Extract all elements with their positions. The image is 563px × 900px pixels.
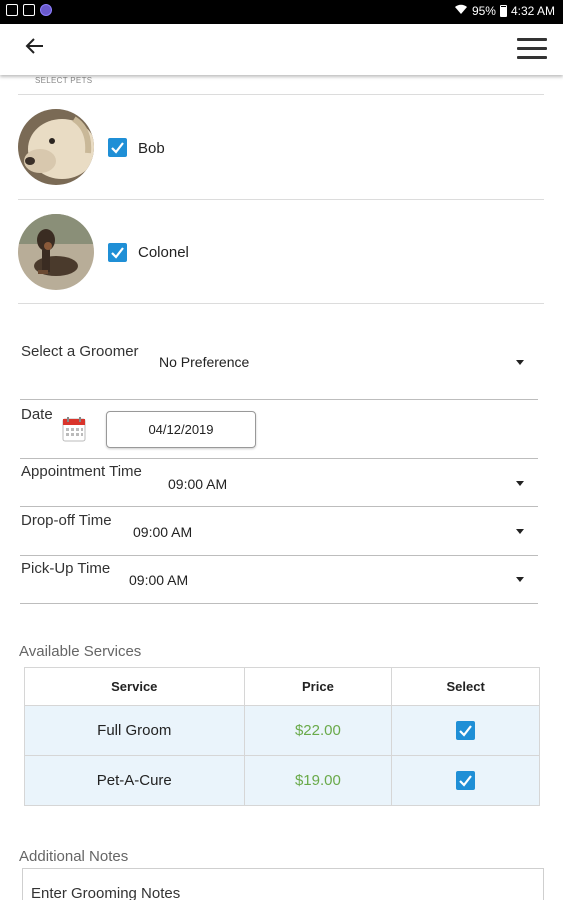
service-select-cell (391, 755, 540, 806)
clock: 4:32 AM (510, 4, 555, 18)
services-table: Service Price Select Full Groom $22.00 P… (24, 667, 540, 806)
status-bar: 95% 4:32 AM (0, 0, 563, 24)
divider (18, 199, 544, 200)
pet-row-colonel: Colonel (18, 214, 538, 294)
divider (20, 603, 538, 604)
divider (18, 303, 544, 304)
pickup-time-dropdown-icon[interactable] (516, 577, 524, 582)
appointment-time-select[interactable]: 09:00 AM (168, 476, 227, 492)
pet-name-colonel: Colonel (138, 244, 189, 261)
dropoff-time-select[interactable]: 09:00 AM (133, 524, 192, 540)
table-row: Full Groom $22.00 (24, 705, 540, 756)
table-header-row: Service Price Select (24, 667, 540, 706)
app-bar (0, 24, 563, 75)
groomer-label: Select a Groomer (21, 343, 139, 360)
available-services-title: Available Services (19, 643, 142, 660)
divider (20, 555, 538, 556)
dropoff-time-label: Drop-off Time (21, 512, 112, 529)
divider (20, 399, 538, 400)
service-name: Pet-A-Cure (24, 755, 245, 806)
service-checkbox-pet-a-cure[interactable] (456, 771, 476, 790)
service-price: $19.00 (243, 755, 393, 806)
back-arrow-icon[interactable] (22, 36, 48, 62)
divider (18, 94, 544, 95)
notification-icons (6, 4, 52, 16)
battery-percent: 95% (471, 4, 496, 18)
pet-checkbox-colonel[interactable] (108, 243, 127, 262)
battery-icon (499, 5, 507, 17)
divider (20, 506, 538, 507)
select-pets-caption: SELECT PETS (35, 76, 93, 85)
additional-notes-title: Additional Notes (19, 848, 129, 865)
pickup-time-select[interactable]: 09:00 AM (129, 572, 188, 588)
groomer-dropdown-icon[interactable] (516, 360, 524, 365)
column-header-select: Select (391, 667, 540, 706)
groomer-select[interactable]: No Preference (159, 354, 249, 370)
table-row: Pet-A-Cure $19.00 (24, 755, 540, 806)
appointment-time-dropdown-icon[interactable] (516, 481, 524, 486)
column-header-service: Service (24, 667, 245, 706)
date-field[interactable]: 04/12/2019 (106, 411, 256, 448)
service-checkbox-full-groom[interactable] (456, 721, 476, 740)
service-name: Full Groom (24, 705, 245, 756)
dropoff-time-dropdown-icon[interactable] (516, 529, 524, 534)
pet-checkbox-bob[interactable] (108, 138, 127, 157)
divider (20, 458, 538, 459)
pet-avatar-colonel (18, 214, 94, 290)
pet-name-bob: Bob (138, 140, 165, 157)
app-notification-icon (40, 4, 52, 16)
pet-avatar-bob (18, 109, 94, 185)
notes-input[interactable] (22, 868, 544, 900)
column-header-price: Price (243, 667, 393, 706)
image-notification-icon (6, 4, 18, 16)
status-right: 95% 4:32 AM (454, 4, 555, 18)
gallery-notification-icon (23, 4, 35, 16)
hamburger-menu-icon[interactable] (517, 38, 547, 60)
appointment-time-label: Appointment Time (21, 463, 142, 480)
wifi-icon (454, 4, 468, 18)
date-label: Date (21, 406, 53, 423)
service-price: $22.00 (243, 705, 393, 756)
pet-row-bob: Bob (18, 109, 538, 189)
pickup-time-label: Pick-Up Time (21, 560, 111, 577)
calendar-icon[interactable] (62, 416, 86, 442)
service-select-cell (391, 705, 540, 756)
